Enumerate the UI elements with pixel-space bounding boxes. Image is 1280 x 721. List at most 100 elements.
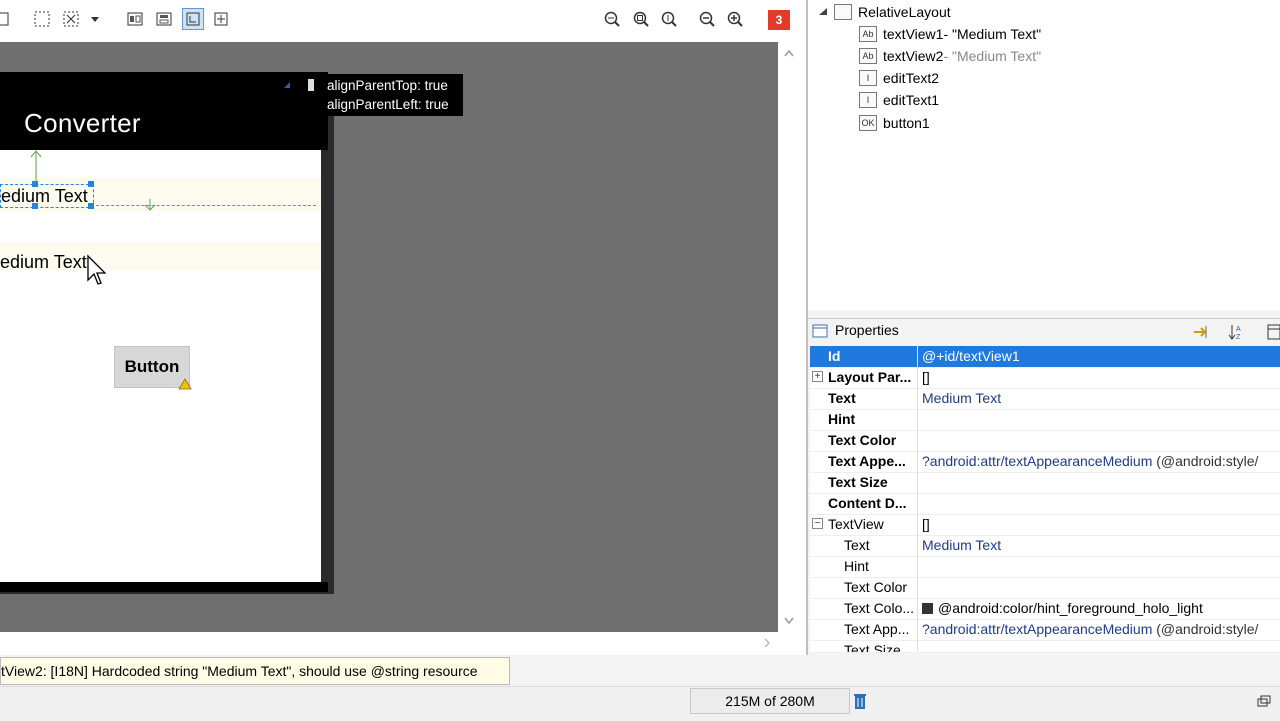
property-row-textview-text[interactable]: Text Medium Text <box>810 535 1280 557</box>
property-name: Text Color <box>828 432 897 448</box>
tooltip-line: alignParentLeft: true <box>327 97 449 112</box>
fit-to-screen-icon[interactable] <box>60 8 82 30</box>
property-row-text[interactable]: Text Medium Text <box>810 388 1280 410</box>
property-value[interactable]: ?android:attr/textAppearanceMedium (@and… <box>922 453 1258 469</box>
property-name: Text Colo... <box>844 600 915 616</box>
tree-item-relative-layout[interactable]: RelativeLayout <box>818 1 951 23</box>
property-value[interactable]: [] <box>922 516 930 532</box>
layout-width-icon[interactable] <box>124 8 146 30</box>
property-row-textview-text-appearance[interactable]: Text App... ?android:attr/textAppearance… <box>810 619 1280 641</box>
zoom-in-icon[interactable] <box>724 8 746 30</box>
property-name: Content D... <box>828 495 907 511</box>
svg-text:Z: Z <box>1236 334 1241 341</box>
property-value[interactable]: @android:color/hint_foreground_holo_ligh… <box>922 600 1203 616</box>
tree-item-textview2[interactable]: Ab textView2 - "Medium Text" <box>859 45 1041 67</box>
layout-view-icon[interactable] <box>1266 323 1280 341</box>
tree-item-label: editText2 <box>883 70 940 86</box>
tree-item-edittext1[interactable]: I editText1 <box>859 89 939 111</box>
show-advanced-icon[interactable] <box>1192 323 1212 341</box>
property-row-id[interactable]: Id @+id/textView1 <box>810 346 1280 368</box>
show-grid-icon[interactable] <box>31 8 53 30</box>
chevron-right-icon[interactable] <box>762 637 772 649</box>
property-name: Text Size <box>844 642 901 653</box>
property-row-textview-group[interactable]: − TextView [] <box>810 514 1280 536</box>
resize-handle[interactable] <box>88 181 94 187</box>
tree-item-button1[interactable]: OK button1 <box>859 112 930 134</box>
property-value[interactable]: [] <box>922 369 930 385</box>
textview-icon: Ab <box>859 26 877 42</box>
property-row-hint[interactable]: Hint <box>810 409 1280 431</box>
zoom-out-icon[interactable] <box>696 8 718 30</box>
mouse-cursor-icon <box>87 254 106 285</box>
collapse-triangle-icon[interactable] <box>818 7 828 17</box>
property-value[interactable]: ?android:attr/textAppearanceMedium (@and… <box>922 621 1258 637</box>
app-title: Converter <box>24 108 141 138</box>
property-value[interactable]: Medium Text <box>922 537 1001 553</box>
tree-item-label: textView2 <box>883 48 944 64</box>
anchor-arrow-icon <box>144 199 156 211</box>
layout-icon <box>834 4 852 20</box>
property-row-textview-text-size[interactable]: Text Size <box>810 640 1280 653</box>
property-name: Id <box>828 348 841 364</box>
palette-toggle-button[interactable] <box>0 8 16 30</box>
warnings-count-badge[interactable]: 3 <box>768 10 790 30</box>
battery-icon <box>284 79 314 91</box>
chevron-down-icon[interactable] <box>84 8 106 30</box>
property-row-textview-text-color[interactable]: Text Color <box>810 577 1280 599</box>
tree-item-label: textView1 <box>883 26 944 42</box>
zoom-real-size-icon[interactable] <box>601 8 623 30</box>
tree-item-label: editText1 <box>883 92 940 108</box>
resize-handle[interactable] <box>32 203 38 209</box>
heap-status: 215M of 280M <box>690 688 850 714</box>
property-name: Text Appe... <box>828 453 906 469</box>
value-main: ?android:attr/textAppearanceMedium <box>922 453 1153 469</box>
zoom-100-icon[interactable] <box>658 8 680 30</box>
tree-item-subtitle: - "Medium Text" <box>943 48 1042 64</box>
tree-item-edittext2[interactable]: I editText2 <box>859 67 939 89</box>
property-value[interactable]: Medium Text <box>922 390 1001 406</box>
chevron-down-icon[interactable] <box>783 616 795 626</box>
canvas-horizontal-scrollbar[interactable] <box>0 632 778 654</box>
property-name: Text <box>828 390 856 406</box>
margins-icon[interactable] <box>210 8 232 30</box>
properties-title: Properties <box>835 322 899 338</box>
restore-window-icon[interactable] <box>1256 694 1272 710</box>
text-view-1[interactable]: edium Text <box>0 184 94 208</box>
property-row-text-color[interactable]: Text Color <box>810 430 1280 452</box>
device-bottom-edge <box>0 582 328 592</box>
property-row-layout-params[interactable]: + Layout Par... [] <box>810 367 1280 389</box>
tree-item-label: button1 <box>883 115 930 131</box>
collapse-minus-icon[interactable]: − <box>812 518 823 529</box>
properties-table: Id @+id/textView1 + Layout Par... [] Tex… <box>810 346 1280 653</box>
run-garbage-collector-button[interactable] <box>850 690 870 712</box>
color-swatch-icon <box>922 603 933 614</box>
alignment-guide <box>96 205 316 206</box>
chevron-up-icon[interactable] <box>783 48 795 58</box>
property-row-content-description[interactable]: Content D... <box>810 493 1280 515</box>
sort-alphabetical-icon[interactable]: AZ <box>1228 323 1250 341</box>
editor-toolbar <box>0 0 806 42</box>
tree-item-textview1[interactable]: Ab textView1 - "Medium Text" <box>859 23 1041 45</box>
layout-height-icon[interactable] <box>153 8 175 30</box>
property-name: Hint <box>828 411 856 427</box>
zoom-fit-icon[interactable] <box>630 8 652 30</box>
resize-handle[interactable] <box>88 203 94 209</box>
property-name: Layout Par... <box>828 369 912 385</box>
property-row-text-size[interactable]: Text Size <box>810 472 1280 494</box>
svg-text:A: A <box>1236 326 1241 333</box>
property-row-textview-hint[interactable]: Hint <box>810 556 1280 578</box>
outline-panel: RelativeLayout Ab textView1 - "Medium Te… <box>808 0 1280 310</box>
anchor-align-icon[interactable] <box>182 8 204 30</box>
canvas-vertical-scrollbar[interactable] <box>778 42 800 632</box>
property-row-textview-text-color-hint[interactable]: Text Colo... @android:color/hint_foregro… <box>810 598 1280 620</box>
property-value[interactable]: @+id/textView1 <box>922 348 1020 364</box>
resize-handle[interactable] <box>32 181 38 187</box>
text-view-2[interactable]: edium Text <box>0 251 87 273</box>
property-name: TextView <box>828 516 884 532</box>
edittext-icon: I <box>859 92 877 108</box>
tree-item-subtitle: - "Medium Text" <box>943 26 1042 42</box>
property-row-text-appearance[interactable]: Text Appe... ?android:attr/textAppearanc… <box>810 451 1280 473</box>
lint-warning-message: tView2: [I18N] Hardcoded string "Medium … <box>0 657 510 685</box>
value-main: ?android:attr/textAppearanceMedium <box>922 621 1153 637</box>
expand-plus-icon[interactable]: + <box>812 371 823 382</box>
